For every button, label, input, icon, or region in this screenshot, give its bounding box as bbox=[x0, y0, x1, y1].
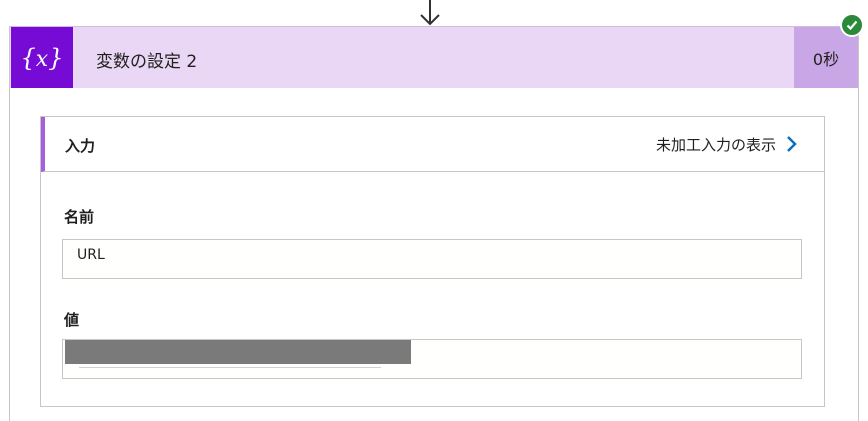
value-field-label: 値 bbox=[64, 311, 80, 329]
show-raw-inputs-link[interactable]: 未加工入力の表示 bbox=[656, 129, 798, 159]
variable-icon: {x} bbox=[11, 27, 73, 88]
chevron-right-icon bbox=[787, 136, 797, 152]
arrow-down-icon bbox=[420, 0, 440, 26]
name-field[interactable]: URL bbox=[62, 239, 802, 279]
inputs-panel: 入力 未加工入力の表示 名前 URL 値 bbox=[40, 116, 825, 407]
name-field-value: URL bbox=[77, 247, 105, 263]
value-field[interactable] bbox=[62, 339, 802, 379]
set-variable-action-card: {x} 変数の設定 2 0秒 入力 未加工入力の表示 名前 URL 値 bbox=[9, 26, 859, 421]
svg-text:{x}: {x} bbox=[21, 44, 64, 72]
value-underline bbox=[79, 367, 381, 368]
action-header[interactable]: {x} 変数の設定 2 0秒 bbox=[10, 26, 858, 88]
action-title: 変数の設定 2 bbox=[96, 52, 198, 72]
name-field-label: 名前 bbox=[64, 208, 95, 226]
show-raw-inputs-label: 未加工入力の表示 bbox=[655, 135, 776, 154]
check-circle-icon bbox=[840, 13, 864, 37]
redacted-value bbox=[65, 340, 411, 364]
inputs-label: 入力 bbox=[65, 137, 96, 155]
inputs-header: 入力 未加工入力の表示 bbox=[41, 117, 824, 172]
